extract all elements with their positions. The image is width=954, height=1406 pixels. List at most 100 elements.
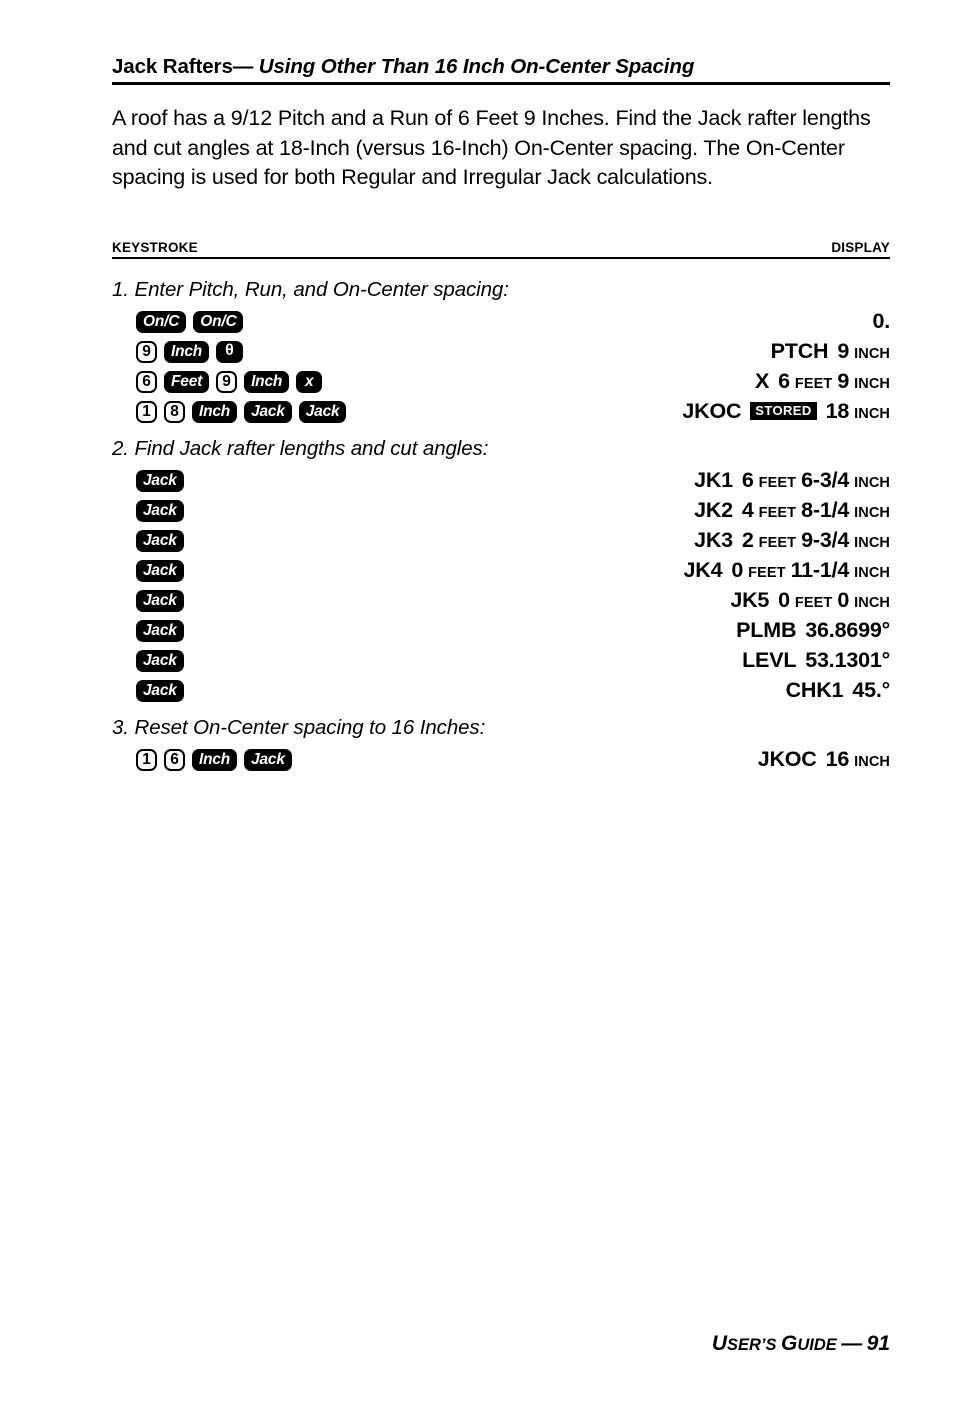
key-6[interactable]: 6 bbox=[164, 749, 185, 771]
step-heading-2: 2. Find Jack rafter lengths and cut angl… bbox=[112, 437, 489, 460]
keystroke-group: 9 Inch θ bbox=[136, 339, 243, 365]
display-readout: JK4 0 FEET 11-1/4 INCH bbox=[684, 558, 891, 584]
display-label: LEVL bbox=[742, 648, 797, 672]
stored-badge: STORED bbox=[750, 402, 817, 420]
key-jack[interactable]: Jack bbox=[136, 620, 184, 642]
key-jack[interactable]: Jack bbox=[244, 749, 292, 771]
key-on-c[interactable]: On/C bbox=[193, 311, 244, 333]
procedure-row: Jack PLMB 36.8699° bbox=[112, 618, 890, 644]
key-on-c[interactable]: On/C bbox=[136, 311, 187, 333]
display-value: 9-3/4 bbox=[801, 528, 850, 552]
procedure-row: 1 6 Inch Jack JKOC 16 INCH bbox=[112, 747, 890, 773]
display-unit: INCH bbox=[854, 376, 890, 392]
key-jack[interactable]: Jack bbox=[136, 680, 184, 702]
keystroke-group: 1 6 Inch Jack bbox=[136, 747, 292, 773]
display-unit: INCH bbox=[854, 754, 890, 770]
procedure-row: Jack JK3 2 FEET 9-3/4 INCH bbox=[112, 528, 890, 554]
display-value: 9 bbox=[837, 339, 850, 363]
display-readout: LEVL 53.1301° bbox=[742, 648, 890, 674]
key-6[interactable]: 6 bbox=[136, 371, 157, 393]
title-divider bbox=[112, 82, 890, 85]
keystroke-group: Jack bbox=[136, 678, 184, 704]
display-label: JKOC bbox=[757, 747, 817, 771]
keystroke-group: Jack bbox=[136, 558, 184, 584]
key-jack[interactable]: Jack bbox=[136, 530, 184, 552]
display-label: X bbox=[755, 369, 770, 393]
display-label: JK3 bbox=[694, 528, 733, 552]
procedure-row: Jack JK4 0 FEET 11-1/4 INCH bbox=[112, 558, 890, 584]
column-header-divider bbox=[112, 257, 890, 259]
key-inch[interactable]: Inch bbox=[164, 341, 210, 363]
footer-guide-text-sers: SER’S bbox=[726, 1336, 777, 1354]
display-feet-unit: FEET bbox=[748, 565, 786, 581]
display-label: JK2 bbox=[694, 498, 733, 522]
display-value: 6-3/4 bbox=[801, 468, 850, 492]
key-jack[interactable]: Jack bbox=[298, 401, 347, 423]
footer-guide-text-uide: UIDE bbox=[797, 1336, 837, 1354]
display-feet-unit: FEET bbox=[794, 376, 833, 392]
keystroke-group: Jack bbox=[136, 528, 184, 554]
key-jack[interactable]: Jack bbox=[136, 500, 184, 522]
display-feet-unit: FEET bbox=[758, 535, 797, 551]
display-feet-value: 4 bbox=[741, 498, 754, 522]
column-header: KEYSTROKE DISPLAY bbox=[112, 240, 890, 259]
display-readout: CHK1 45.° bbox=[786, 678, 891, 704]
display-label: PLMB bbox=[736, 618, 797, 642]
key-1[interactable]: 1 bbox=[136, 749, 157, 771]
procedure-row: Jack JK1 6 FEET 6-3/4 INCH bbox=[112, 468, 890, 494]
key-1[interactable]: 1 bbox=[136, 401, 157, 423]
display-feet-value: 0 bbox=[778, 588, 790, 612]
display-readout: PLMB 36.8699° bbox=[736, 618, 890, 644]
procedure-row: Jack CHK1 45.° bbox=[112, 678, 890, 704]
display-value: 53.1301° bbox=[805, 648, 890, 672]
key-inch[interactable]: Inch bbox=[192, 401, 238, 423]
display-unit: INCH bbox=[854, 535, 890, 551]
key-jack[interactable]: Jack bbox=[136, 650, 184, 672]
key-9[interactable]: 9 bbox=[216, 371, 238, 393]
display-label: JKOC bbox=[682, 399, 742, 423]
display-feet-value: 6 bbox=[741, 468, 754, 492]
key-jack[interactable]: Jack bbox=[244, 401, 292, 423]
key-inch[interactable]: Inch bbox=[244, 371, 290, 393]
display-feet-unit: FEET bbox=[758, 505, 797, 521]
display-feet-value: 0 bbox=[731, 558, 744, 582]
procedure-row: 9 Inch θ PTCH 9 INCH bbox=[112, 339, 890, 365]
page-number: 91 bbox=[866, 1332, 890, 1355]
display-label: JK4 bbox=[683, 558, 723, 582]
key-feet[interactable]: Feet bbox=[164, 371, 210, 393]
display-value: 11-1/4 bbox=[790, 558, 850, 582]
keystroke-group: 1 8 Inch Jack Jack bbox=[136, 399, 347, 425]
keystroke-group: 6 Feet 9 Inch x bbox=[136, 369, 323, 395]
display-readout: 0. bbox=[872, 309, 890, 335]
display-value: 0. bbox=[872, 309, 890, 333]
document-page: Jack Rafters— Using Other Than 16 Inch O… bbox=[112, 0, 890, 1406]
key-key[interactable]: θ bbox=[216, 341, 243, 363]
display-value: 45.° bbox=[852, 678, 890, 702]
key-8[interactable]: 8 bbox=[164, 401, 185, 423]
title-line: Jack Rafters— Using Other Than 16 Inch O… bbox=[112, 55, 890, 79]
display-readout: JKOC STORED 18 INCH bbox=[682, 399, 890, 425]
keystroke-group: Jack bbox=[136, 588, 184, 614]
key-inch[interactable]: Inch bbox=[192, 749, 238, 771]
key-jack[interactable]: Jack bbox=[136, 590, 184, 612]
keystroke-group: Jack bbox=[136, 468, 184, 494]
display-value: 8-1/4 bbox=[801, 498, 850, 522]
display-value: 18 bbox=[825, 399, 850, 423]
key-9[interactable]: 9 bbox=[136, 341, 157, 363]
display-unit: INCH bbox=[854, 595, 890, 611]
procedure-row: Jack JK5 0 FEET 0 INCH bbox=[112, 588, 890, 614]
display-feet-unit: FEET bbox=[794, 595, 833, 611]
display-unit: INCH bbox=[854, 565, 890, 581]
keystroke-group: Jack bbox=[136, 648, 184, 674]
display-label: JK1 bbox=[694, 468, 733, 492]
key-jack[interactable]: Jack bbox=[136, 470, 184, 492]
procedure-row: 6 Feet 9 Inch x X 6 FEET 9 INCH bbox=[112, 369, 890, 395]
intro-paragraph: A roof has a 9/12 Pitch and a Run of 6 F… bbox=[112, 106, 871, 189]
key-x[interactable]: x bbox=[296, 371, 323, 393]
display-readout: PTCH 9 INCH bbox=[771, 339, 890, 365]
keystroke-group: Jack bbox=[136, 618, 184, 644]
display-readout: JK1 6 FEET 6-3/4 INCH bbox=[694, 468, 890, 494]
display-readout: JK5 0 FEET 0 INCH bbox=[730, 588, 890, 614]
key-jack[interactable]: Jack bbox=[136, 560, 184, 582]
display-value: 0 bbox=[837, 588, 850, 612]
